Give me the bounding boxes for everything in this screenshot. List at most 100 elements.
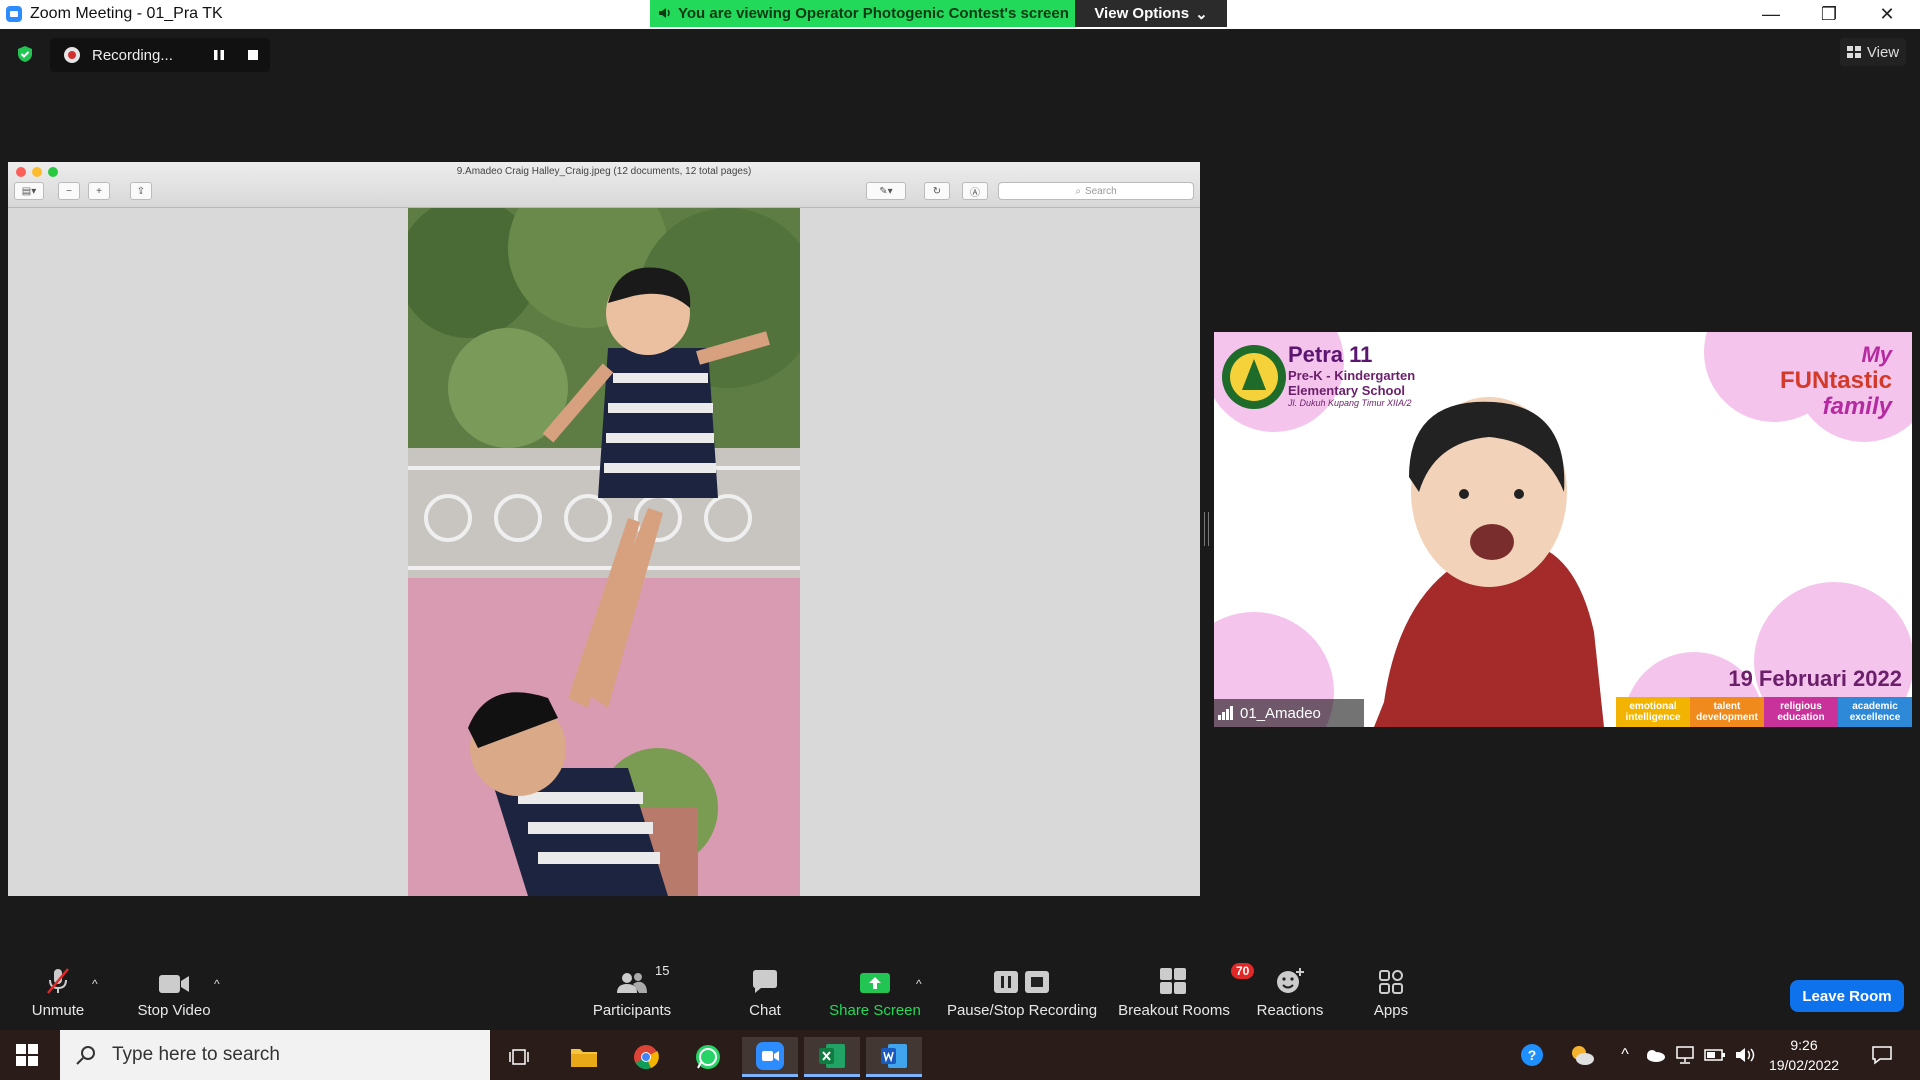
theme-line-3: family: [1822, 393, 1892, 420]
chat-button[interactable]: Chat: [740, 967, 790, 1019]
search-icon: ⌕: [1075, 185, 1081, 197]
view-options-button[interactable]: View Options ⌄: [1075, 0, 1227, 27]
apps-icon: [1378, 967, 1404, 995]
reactions-label: Reactions: [1256, 1002, 1324, 1019]
participants-label: Participants: [592, 1002, 672, 1019]
zoom-taskbar-icon[interactable]: [742, 1037, 798, 1077]
clock-time: 9:26: [1790, 1037, 1818, 1053]
recording-indicator: Recording...: [50, 38, 270, 72]
show-hidden-icons-icon[interactable]: ^: [1614, 1030, 1636, 1080]
value-tag-strip: emotional intelligence talent developmen…: [1616, 697, 1912, 727]
markup-pen-icon: ✎▾: [866, 182, 906, 200]
stop-video-button[interactable]: Stop Video: [134, 967, 214, 1019]
breakout-rooms-button[interactable]: 70 Breakout Rooms: [1114, 963, 1255, 1019]
video-options-caret[interactable]: ^: [214, 977, 220, 991]
apps-label: Apps: [1373, 1002, 1409, 1019]
shared-photo: [408, 208, 800, 896]
window-titlebar: Zoom Meeting - 01_Pra TK You are viewing…: [0, 0, 1920, 29]
reactions-smiley-icon: [1275, 967, 1305, 995]
muted-microphone-icon: [43, 967, 73, 995]
unmute-label: Unmute: [31, 1002, 85, 1019]
pause-recording-button[interactable]: [202, 38, 236, 72]
leave-room-button[interactable]: Leave Room: [1790, 980, 1904, 1012]
share-options-caret[interactable]: ^: [916, 977, 922, 991]
weather-icon[interactable]: [1566, 1030, 1598, 1080]
windows-taskbar: Type here to search ? ^ 9:26 19/02/2022: [0, 1030, 1920, 1080]
chat-bubble-icon: [751, 967, 779, 995]
taskbar-clock[interactable]: 9:26 19/02/2022: [1764, 1035, 1844, 1075]
apps-button[interactable]: Apps: [1366, 967, 1416, 1019]
security-shield-icon[interactable]: [16, 45, 34, 63]
tag-academic-excellence: academic excellence: [1838, 697, 1912, 727]
sidebar-toggle-icon: ▤▾: [14, 182, 44, 200]
school-line-2: Pre-K - Kindergarten: [1288, 368, 1416, 383]
excel-icon[interactable]: [804, 1037, 860, 1077]
pause-stop-recording-icon: [993, 967, 1051, 995]
audio-options-caret[interactable]: ^: [92, 977, 98, 991]
meeting-controls-toolbar: Unmute ^ Stop Video ^ 15 Participants Ch…: [0, 955, 1920, 1029]
reactions-button[interactable]: Reactions: [1254, 967, 1326, 1019]
minimize-button[interactable]: —: [1742, 0, 1800, 29]
tag-talent-development: talent development: [1690, 697, 1764, 727]
share-banner-text: You are viewing Operator Photogenic Cont…: [678, 5, 1069, 22]
restore-button[interactable]: ❐: [1800, 0, 1858, 29]
breakout-rooms-icon: 70: [1159, 963, 1255, 995]
taskbar-search-box[interactable]: Type here to search: [60, 1030, 490, 1080]
participants-button[interactable]: 15 Participants: [588, 963, 676, 1019]
speaker-icon: [659, 8, 670, 18]
share-screen-button[interactable]: Share Screen: [826, 967, 924, 1019]
panel-splitter-handle[interactable]: [1204, 512, 1209, 546]
unmute-button[interactable]: Unmute: [28, 967, 88, 1019]
tag-religious-education: religious education: [1764, 697, 1838, 727]
school-address: Jl. Dukuh Kupang Timur XIIA/2: [1288, 398, 1412, 408]
stop-video-label: Stop Video: [137, 1002, 211, 1019]
onedrive-cloud-icon[interactable]: [1642, 1030, 1668, 1080]
file-explorer-icon[interactable]: [556, 1037, 612, 1077]
rotate-icon: ↻: [924, 182, 950, 200]
grid-view-icon: [1846, 46, 1861, 58]
view-layout-button[interactable]: View: [1840, 38, 1906, 66]
volume-icon[interactable]: [1732, 1030, 1758, 1080]
notifications-icon[interactable]: [1864, 1030, 1900, 1080]
pause-icon: [214, 50, 224, 60]
whatsapp-icon[interactable]: [680, 1037, 736, 1077]
app-title-group: Zoom Meeting - 01_Pra TK: [6, 5, 223, 23]
screen-share-banner: You are viewing Operator Photogenic Cont…: [650, 0, 1075, 27]
preview-window-toolbar: 9.Amadeo Craig Halley_Craig.jpeg (12 doc…: [8, 162, 1200, 208]
share-screen-icon: [860, 967, 890, 995]
clock-date: 19/02/2022: [1768, 1057, 1840, 1073]
fantastic-family-logo: My FUNtastic family: [1780, 342, 1892, 420]
pause-stop-recording-label: Pause/Stop Recording: [946, 1002, 1098, 1019]
network-icon[interactable]: [1672, 1030, 1698, 1080]
word-icon[interactable]: [866, 1037, 922, 1077]
close-icon: ✕: [1879, 4, 1895, 24]
zoom-app-icon: [6, 6, 22, 22]
search-icon: [76, 1046, 95, 1065]
annotate-icon: Ⓐ: [962, 182, 988, 200]
task-view-icon[interactable]: [492, 1037, 548, 1077]
recording-label: Recording...: [92, 46, 173, 64]
help-icon[interactable]: ?: [1516, 1030, 1548, 1080]
chrome-icon[interactable]: [618, 1037, 674, 1077]
chat-label: Chat: [749, 1002, 781, 1019]
preview-search-placeholder: Search: [1084, 185, 1117, 197]
preview-search-field: ⌕ Search: [998, 182, 1194, 200]
battery-icon[interactable]: [1702, 1030, 1728, 1080]
participant-video-tile[interactable]: Petra 11 Pre-K - Kindergarten Elementary…: [1214, 332, 1912, 727]
windows-start-icon[interactable]: [16, 1044, 38, 1066]
stop-icon: [248, 50, 258, 60]
taskbar-search-placeholder: Type here to search: [112, 1044, 280, 1065]
window-title: Zoom Meeting - 01_Pra TK: [30, 5, 223, 22]
share-screen-label: Share Screen: [829, 1002, 921, 1019]
signal-strength-icon: [1218, 706, 1233, 720]
breakout-rooms-badge: 70: [1231, 963, 1255, 979]
view-button-label: View: [1866, 43, 1900, 61]
recording-controls: [202, 38, 270, 72]
pause-stop-recording-button[interactable]: Pause/Stop Recording: [946, 967, 1098, 1019]
tag-emotional-intelligence: emotional intelligence: [1616, 697, 1690, 727]
close-button[interactable]: ✕: [1858, 0, 1916, 29]
svg-text:?: ?: [1528, 1047, 1537, 1063]
stop-recording-button[interactable]: [236, 38, 270, 72]
theme-line-2: FUNtastic: [1779, 367, 1892, 394]
event-date: 19 Februari 2022: [1728, 666, 1902, 691]
